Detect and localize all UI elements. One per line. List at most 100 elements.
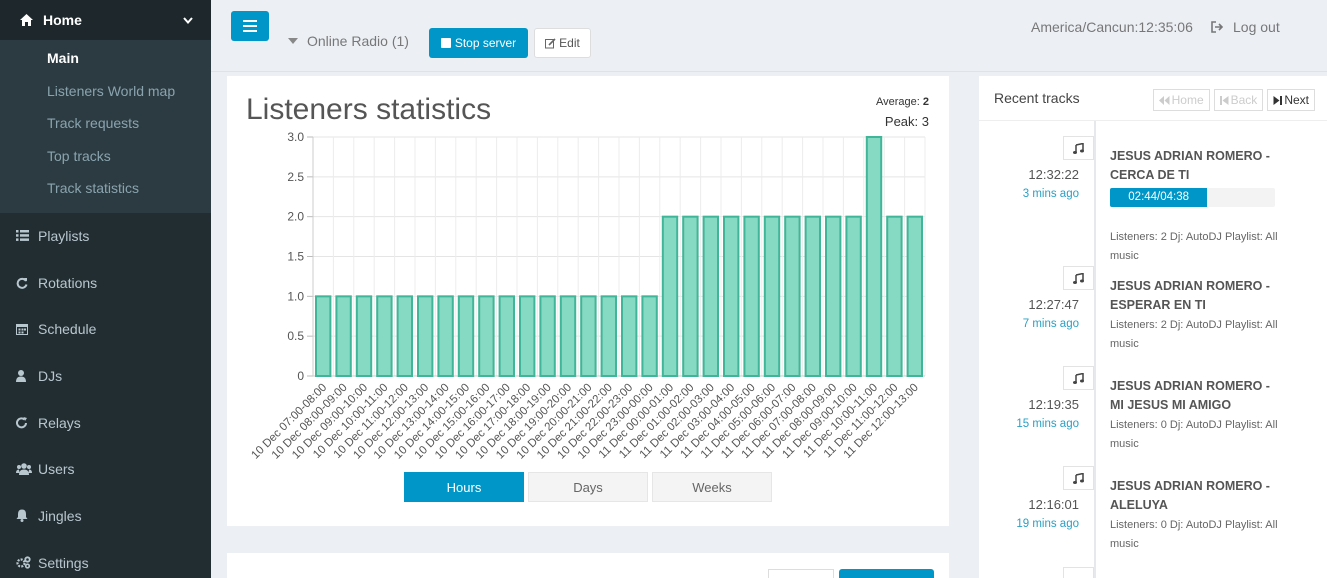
sidebar-item-jingles[interactable]: Jingles <box>0 493 211 540</box>
chart-bar[interactable] <box>315 295 332 377</box>
music-note-icon <box>1063 567 1094 578</box>
music-note-icon <box>1063 266 1094 290</box>
chart-bar[interactable] <box>478 295 495 377</box>
chart-bar[interactable] <box>600 295 618 377</box>
step-forward-icon <box>1273 95 1283 105</box>
panel-title: Listeners statistics <box>246 93 492 126</box>
sidebar-subitem-2[interactable]: Listeners World map <box>0 75 211 108</box>
range-days-button[interactable]: Days <box>528 472 648 502</box>
nav-home-button[interactable]: Home <box>1152 89 1210 111</box>
sidebar-subitem-1[interactable]: Main <box>0 42 211 75</box>
station-selector[interactable]: Online Radio (1) <box>288 33 409 49</box>
sidebar-item-users[interactable]: Users <box>0 446 211 493</box>
sidebar-subitem-5[interactable]: Track statistics <box>0 172 211 205</box>
top-bar: Online Radio (1) Stop server Edit Americ… <box>211 0 1327 72</box>
edit-button[interactable]: Edit <box>534 28 591 58</box>
chevron-down-icon[interactable] <box>183 12 193 28</box>
y-tick-label: 3.0 <box>287 130 304 144</box>
sidebar-item-relays[interactable]: Relays <box>0 399 211 446</box>
chart-bar[interactable] <box>355 295 373 377</box>
hamburger-icon <box>243 20 257 32</box>
track-ago: 7 mins ago <box>1022 318 1079 330</box>
logout-link[interactable]: Log out <box>1211 19 1280 35</box>
recent-nav: Home Back Next <box>1152 89 1315 111</box>
chart-bar[interactable] <box>865 136 883 377</box>
sidebar-item-label: Schedule <box>38 321 97 338</box>
chart-bar[interactable] <box>702 215 720 377</box>
track-name[interactable]: JESUS ADRIAN ROMERO - ESPERAR EN TI <box>1110 277 1280 314</box>
track-name[interactable]: JESUS ADRIAN ROMERO - CERCA DE TI <box>1110 147 1280 184</box>
sidebar-item-djs[interactable]: DJs <box>0 353 211 400</box>
track-name[interactable]: JESUS ADRIAN ROMERO - MI JESUS MI AMIGO <box>1110 377 1280 414</box>
sidebar-item-label: Jingles <box>38 507 82 524</box>
chart-bar[interactable] <box>763 215 781 377</box>
chart-bar[interactable] <box>559 295 577 377</box>
chart-bar[interactable] <box>580 295 597 377</box>
chart-bar[interactable] <box>539 295 556 377</box>
chart-bar[interactable] <box>457 295 475 377</box>
timeline-line <box>1094 121 1096 578</box>
stop-server-button[interactable]: Stop server <box>429 28 528 58</box>
chart-bar[interactable] <box>417 295 434 377</box>
recent-tracks-panel: Recent tracks Home Back Next 12:32:22 3 m… <box>979 76 1327 578</box>
sidebar: Home Main Listeners World map Track reques… <box>0 0 211 578</box>
chart-bar[interactable] <box>682 215 699 377</box>
y-tick-label: 0 <box>297 369 304 383</box>
chart-bar[interactable] <box>906 215 923 377</box>
chart-bar[interactable] <box>845 215 862 377</box>
sidebar-item-home[interactable]: Home <box>0 0 211 40</box>
sidebar-item-settings[interactable]: Settings <box>0 539 211 578</box>
chart-bar[interactable] <box>498 295 516 377</box>
chart-bar[interactable] <box>886 215 903 377</box>
nav-back-button[interactable]: Back <box>1213 89 1264 111</box>
track-time: 12:32:22 <box>1028 167 1079 182</box>
chart-bar[interactable] <box>804 215 821 377</box>
edit-icon <box>545 37 556 48</box>
range-hours-button[interactable]: Hours <box>404 472 524 502</box>
average-label: Average: <box>875 96 920 108</box>
track-meta: Listeners: 0 Dj: AutoDJ Playlist: All mu… <box>1110 419 1278 450</box>
track-meta: Listeners: 2 Dj: AutoDJ Playlist: All mu… <box>1110 231 1278 262</box>
nav-back-label: Back <box>1230 93 1258 107</box>
sidebar-menu: Playlists Rotations Schedule DJs Relays Users… <box>0 213 211 578</box>
chart-bar[interactable] <box>825 215 842 377</box>
gears-icon <box>16 556 38 569</box>
chart-bar[interactable] <box>621 295 638 377</box>
recent-tracks-title: Recent tracks <box>994 90 1080 106</box>
sidebar-subitem-3[interactable]: Track requests <box>0 107 211 140</box>
list-icon <box>16 230 38 242</box>
chart-bar[interactable] <box>519 295 536 377</box>
sidebar-item-schedule[interactable]: Schedule <box>0 306 211 353</box>
chart-bar[interactable] <box>641 295 658 377</box>
chart-bar[interactable] <box>437 295 454 377</box>
chart-bar[interactable] <box>784 215 801 377</box>
y-tick-label: 1.5 <box>287 250 304 264</box>
nav-next-button[interactable]: Next <box>1267 89 1315 111</box>
range-weeks-button[interactable]: Weeks <box>652 472 772 502</box>
user-icon <box>16 369 38 382</box>
sidebar-subitem-4[interactable]: Top tracks <box>0 140 211 173</box>
panel-button-partial[interactable] <box>768 569 834 578</box>
sidebar-item-label: Rotations <box>38 274 98 291</box>
stop-server-label: Stop server <box>454 36 517 50</box>
average-value: 2 <box>922 96 929 108</box>
chart-bar[interactable] <box>376 295 393 377</box>
track-name[interactable]: JESUS ADRIAN ROMERO - ALELUYA <box>1110 477 1280 514</box>
chart-bar[interactable] <box>723 215 740 377</box>
sidebar-item-rotations[interactable]: Rotations <box>0 259 211 306</box>
sidebar-item-label: Relays <box>38 414 81 431</box>
recent-tracks-header: Recent tracks Home Back Next <box>979 76 1327 121</box>
repeat-icon <box>16 416 38 429</box>
track-time: 12:16:01 <box>1028 497 1079 512</box>
chart-bar[interactable] <box>335 295 352 377</box>
sidebar-toggle-button[interactable] <box>231 11 269 41</box>
y-tick-label: 2.0 <box>287 210 304 224</box>
sidebar-item-label: Settings <box>38 554 89 571</box>
panel-primary-button-partial[interactable] <box>839 569 934 578</box>
chart-bar[interactable] <box>396 295 414 377</box>
chart-bar[interactable] <box>743 215 760 377</box>
sidebar-item-playlists[interactable]: Playlists <box>0 213 211 260</box>
y-tick-label: 1.0 <box>287 289 304 303</box>
chart-bar[interactable] <box>661 215 679 377</box>
listeners-chart: 00.51.01.52.02.53.010 Dec 07:00-08:0010 … <box>249 130 926 462</box>
